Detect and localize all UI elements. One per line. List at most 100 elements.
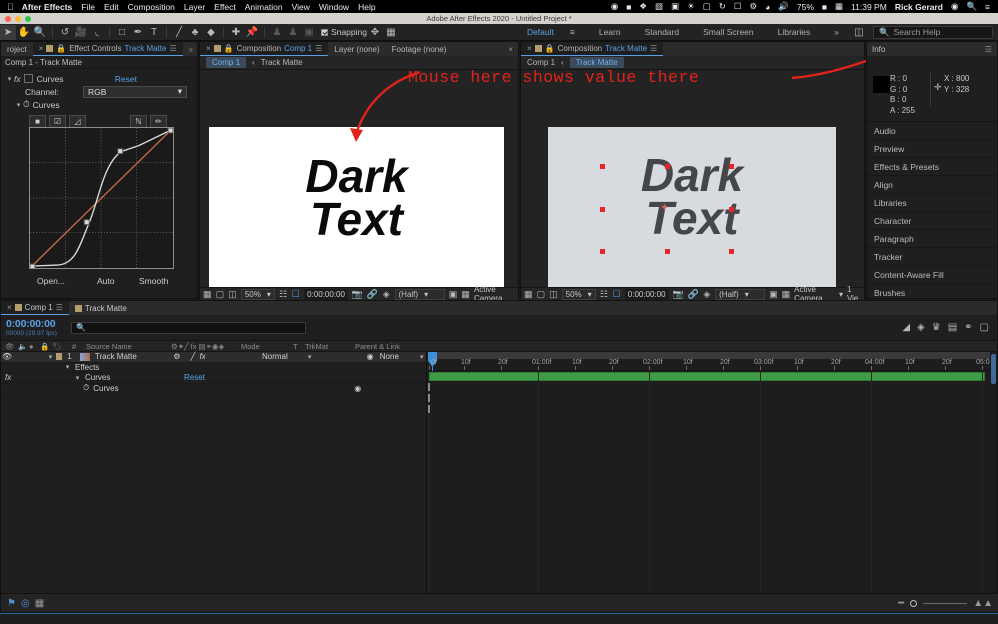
creative-cloud-icon[interactable]: ▧: [655, 1, 663, 12]
menu-item-animation[interactable]: Animation: [245, 2, 283, 12]
user-name[interactable]: Rick Gerard: [895, 2, 943, 12]
close-group-icon[interactable]: ×: [508, 45, 518, 54]
siri-icon[interactable]: ◉: [951, 1, 958, 12]
search-help-field[interactable]: 🔍 Search Help: [873, 26, 993, 39]
keyframe-navigator-icon[interactable]: ◉: [354, 384, 361, 393]
col-label-icon[interactable]: 🏷: [48, 342, 68, 351]
panel-menu-icon[interactable]: ☰: [650, 44, 657, 53]
comp-flowchart-icon[interactable]: ◎: [21, 598, 30, 609]
comp-left-canvas[interactable]: Dark Text: [209, 127, 504, 292]
transparency-icon[interactable]: ▦: [782, 289, 791, 300]
grid-guides-icon[interactable]: ☷: [600, 289, 609, 300]
selection-handle[interactable]: [600, 207, 605, 212]
selection-handle[interactable]: [729, 164, 734, 169]
curves-graph[interactable]: [29, 127, 174, 269]
dock-item-effects-presets[interactable]: Effects & Presets: [867, 158, 997, 176]
region-preview-icon[interactable]: ▣: [449, 289, 458, 300]
minimize-window-button[interactable]: [15, 16, 21, 22]
parent-pickwhip-icon[interactable]: ◉: [367, 352, 380, 361]
layer-adjust-icon[interactable]: ╱: [186, 352, 199, 361]
toggle-mask-icon[interactable]: ▢: [537, 289, 546, 300]
frame-blend-icon[interactable]: ▦: [35, 598, 44, 609]
clock-time[interactable]: 11:39 PM: [851, 2, 887, 12]
dock-item-libraries[interactable]: Libraries: [867, 194, 997, 212]
lock-icon[interactable]: 🔒: [56, 44, 66, 53]
selection-handle[interactable]: [600, 249, 605, 254]
list-item[interactable]: ▾ Effects: [1, 363, 426, 374]
curve-smooth-button[interactable]: Smooth: [139, 276, 168, 286]
hand-tool-icon[interactable]: ✋: [16, 25, 32, 40]
brush-tool-icon[interactable]: ╱: [171, 25, 187, 40]
col-index[interactable]: #: [68, 342, 82, 351]
apple-logo-icon[interactable]: : [7, 2, 14, 12]
curves-property-row[interactable]: ▾ ⏱ Curves: [1, 98, 197, 111]
curve-save-button[interactable]: Save...: [37, 296, 63, 297]
chevron-down-icon[interactable]: ▾: [305, 353, 313, 361]
dock-item-paragraph[interactable]: Paragraph: [867, 230, 997, 248]
zoom-slider-track[interactable]: [923, 603, 967, 604]
timeline-search-input[interactable]: 🔍: [71, 322, 306, 334]
curve-open-button[interactable]: Open...: [37, 276, 65, 286]
timeline-zoom-slider[interactable]: ━ ▲▲: [898, 598, 993, 609]
keyframe-marker[interactable]: [428, 405, 430, 413]
col-trkmat[interactable]: TrkMat: [301, 342, 351, 351]
disclosure-triangle-icon[interactable]: ▾: [63, 363, 72, 371]
property-reset-button[interactable]: Reset: [184, 373, 205, 382]
selection-handle[interactable]: [729, 207, 734, 212]
airplay-icon[interactable]: ☐: [734, 1, 742, 12]
toggle-transparency-grid-icon[interactable]: ▦: [203, 289, 212, 300]
workspace-menu-icon[interactable]: ≡: [558, 27, 587, 37]
region-of-interest-icon[interactable]: ☐: [612, 289, 621, 300]
close-icon[interactable]: ×: [39, 44, 44, 53]
col-solo-icon[interactable]: ●: [25, 342, 36, 351]
bluetooth-icon[interactable]: ⚙: [750, 1, 758, 12]
resolution-select[interactable]: (Half) ▾: [395, 289, 445, 300]
layer-parent[interactable]: None: [380, 352, 418, 361]
layer-fx-icon[interactable]: fx: [199, 352, 227, 361]
col-parent-link[interactable]: Parent & Link: [351, 342, 421, 351]
keyframe-marker[interactable]: [428, 394, 430, 402]
dock-item-character[interactable]: Character: [867, 212, 997, 230]
layer-motion-blur-icon[interactable]: ⚙: [167, 352, 186, 361]
effect-row-curves[interactable]: ▾ fx Curves Reset: [1, 72, 197, 85]
workspace-small-screen[interactable]: Small Screen: [691, 27, 766, 37]
layer-duration-bar[interactable]: [429, 372, 985, 381]
menu-item-edit[interactable]: Edit: [104, 2, 119, 12]
timeline-timecode[interactable]: 0:00:00:00 00000 (29.97 fps): [1, 318, 71, 337]
keyframe-marker[interactable]: [428, 383, 430, 391]
tab-project[interactable]: roject: [1, 42, 33, 56]
show-snapshot-icon[interactable]: 🔗: [688, 289, 699, 300]
close-icon[interactable]: ×: [206, 44, 211, 53]
menu-item-help[interactable]: Help: [358, 2, 375, 12]
tab-footage[interactable]: Footage (none): [386, 42, 453, 56]
toggle-switches-modes-icon[interactable]: ⚑: [7, 598, 16, 609]
show-snapshot-icon[interactable]: 🔗: [367, 289, 378, 300]
curve-auto-button[interactable]: Auto: [97, 276, 115, 286]
roto-brush-tool-icon[interactable]: ✚: [228, 25, 244, 40]
toggle-view-layout-icon[interactable]: ◫: [228, 289, 237, 300]
col-source-name[interactable]: Source Name: [82, 342, 167, 351]
tab-composition-track-matte[interactable]: × 🔒 Composition Track Matte ☰: [521, 42, 663, 56]
layer-visibility-icon[interactable]: 👁: [1, 352, 13, 361]
enable-frame-blending-icon[interactable]: ▤: [948, 322, 957, 333]
effect-reset-button[interactable]: Reset: [115, 74, 137, 84]
hide-shy-layers-icon[interactable]: ♛: [932, 322, 941, 333]
workspace-learn[interactable]: Learn: [587, 27, 633, 37]
layer-label-color[interactable]: [56, 353, 63, 360]
lock-icon[interactable]: 🔒: [545, 44, 555, 53]
table-row[interactable]: 👁 ▾ 1 Track Matte ⚙ ╱ fx Normal ▾ ◉ None…: [1, 352, 426, 363]
current-time-display[interactable]: 0:00:00:00: [304, 289, 348, 300]
resolution-select[interactable]: (Half) ▾: [715, 289, 765, 300]
current-time-display[interactable]: 0:00:00:00: [625, 289, 669, 300]
snapping-options-icon[interactable]: ✥: [367, 25, 383, 40]
tab-layer[interactable]: Layer (none): [328, 42, 385, 56]
col-t[interactable]: T: [289, 342, 301, 351]
workspace-overflow-icon[interactable]: »: [822, 27, 851, 37]
menu-item-effect[interactable]: Effect: [214, 2, 236, 12]
comp-left-stage[interactable]: Dark Text ▦ ▢ ◫ 50% ▾ ☷ ☐ 0:00:00:00 📷 🔗…: [200, 70, 518, 300]
close-window-button[interactable]: [5, 16, 11, 22]
record-icon[interactable]: ■: [626, 2, 631, 12]
enable-motion-blur-icon[interactable]: ⚭: [964, 322, 972, 333]
dock-item-audio[interactable]: Audio: [867, 122, 997, 140]
composition-mini-flowchart-icon[interactable]: ◢: [902, 322, 910, 333]
